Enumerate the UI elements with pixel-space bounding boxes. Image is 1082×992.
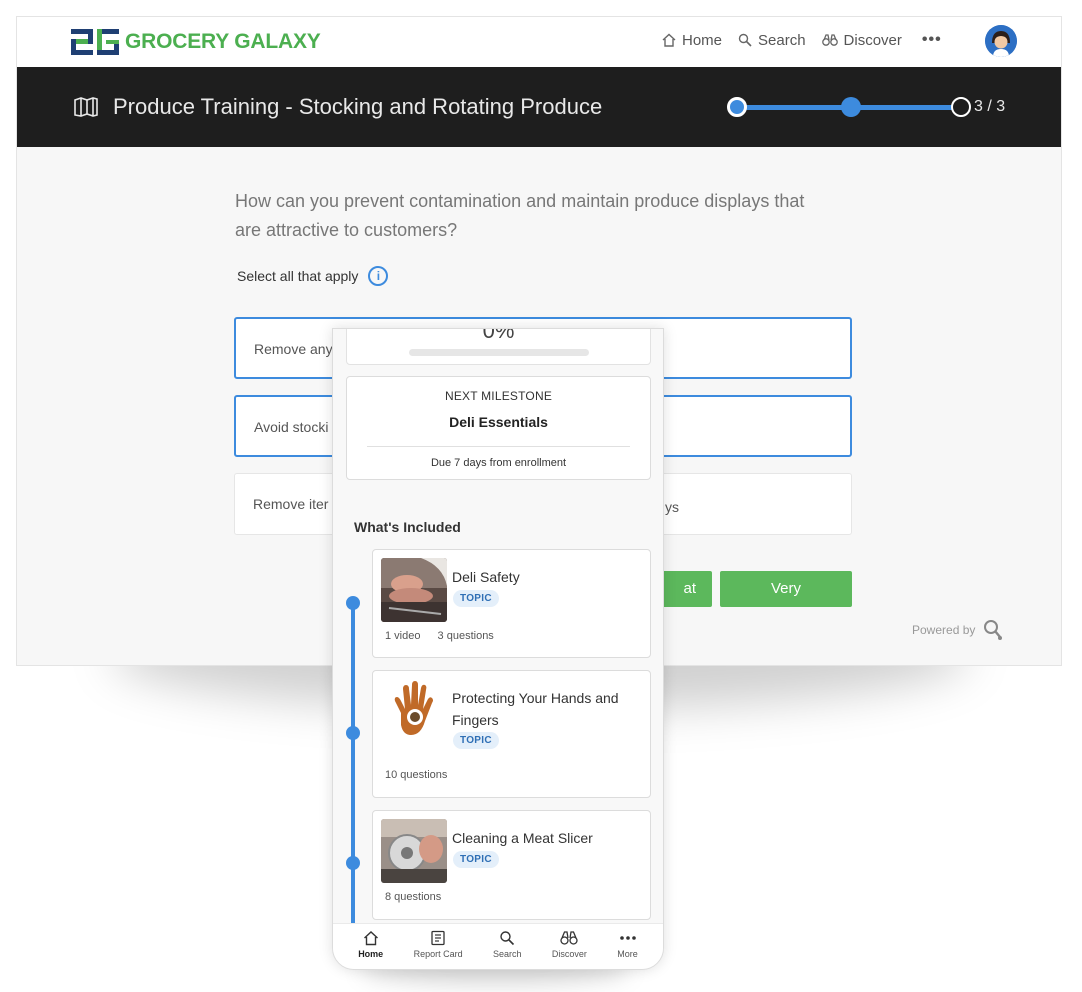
powered-by-text: Powered by — [912, 623, 976, 637]
timeline-dot — [346, 726, 360, 740]
nav-home-label: Home — [682, 31, 723, 49]
timeline-dot — [346, 596, 360, 610]
select-hint-text: Select all that apply — [237, 268, 359, 284]
course-title: Produce Training - Stocking and Rotating… — [73, 94, 602, 120]
topic-meta-questions: 10 questions — [385, 769, 448, 781]
topic-name: Deli Safety — [452, 569, 520, 585]
bottom-nav-report-card-label: Report Card — [413, 949, 463, 959]
select-hint: Select all that apply i — [237, 266, 389, 286]
question-text: How can you prevent contamination and ma… — [235, 191, 805, 240]
topic-meta-videos: 1 video — [385, 630, 421, 642]
milestone-card[interactable]: NEXT MILESTONE Deli Essentials Due 7 day… — [346, 376, 651, 480]
brand-logo[interactable]: GROCERY GALAXY — [71, 27, 321, 57]
search-icon — [500, 931, 515, 946]
top-navigation: GROCERY GALAXY Home Search Discover ••• — [17, 17, 1061, 67]
progress-step-2[interactable] — [841, 97, 861, 117]
timeline-line — [351, 601, 355, 931]
brand-name: GROCERY GALAXY — [125, 30, 321, 53]
more-icon — [619, 936, 636, 940]
topic-name: Cleaning a Meat Slicer — [452, 830, 593, 846]
meat-slicer-image-icon — [381, 819, 447, 883]
timeline-dot — [346, 856, 360, 870]
nav-search-label: Search — [758, 31, 806, 49]
nav-search[interactable]: Search — [738, 32, 806, 49]
info-icon[interactable]: i — [368, 266, 389, 286]
topic-badge: TOPIC — [453, 732, 499, 749]
powered-by: Powered by — [912, 619, 1003, 641]
answer-option-3-tail: ys — [665, 499, 679, 515]
bottom-nav-search-label: Search — [492, 949, 522, 959]
binoculars-icon — [821, 34, 838, 46]
milestone-due: Due 7 days from enrollment — [430, 457, 567, 469]
bottom-nav-home-label: Home — [358, 949, 384, 959]
report-card-icon — [431, 930, 445, 946]
meat-slicer-thumbnail — [381, 819, 447, 883]
bottom-nav-report-card[interactable]: Report Card — [414, 930, 463, 969]
mobile-phone: 0% NEXT MILESTONE Deli Essentials Due 7 … — [332, 328, 664, 970]
progress-count: 3 / 3 — [974, 98, 1006, 115]
nav-links: Home Search Discover ••• — [662, 31, 942, 49]
bottom-nav-search[interactable]: Search — [493, 930, 522, 969]
protecting-hands-thumbnail — [381, 679, 447, 743]
grocery-galaxy-logo-icon — [71, 29, 119, 55]
binoculars-icon — [560, 931, 579, 945]
home-icon — [363, 931, 378, 946]
progress-percent: 0% — [482, 328, 515, 343]
nav-home[interactable]: Home — [662, 32, 722, 49]
nav-discover[interactable]: Discover — [821, 31, 902, 49]
topic-card-protecting-hands[interactable]: Protecting Your Hands and Fingers TOPIC … — [372, 670, 651, 798]
map-icon — [74, 97, 98, 117]
course-title-text: Produce Training - Stocking and Rotating… — [113, 94, 603, 119]
topic-meta: 8 questions — [385, 891, 455, 903]
confidence-very-button[interactable]: Very — [720, 571, 852, 607]
nav-more-button[interactable]: ••• — [922, 31, 942, 49]
topic-meta: 10 questions — [385, 769, 461, 781]
milestone-name: Deli Essentials — [449, 414, 548, 430]
avatar-icon — [985, 25, 1017, 57]
milestone-divider — [367, 446, 630, 447]
bottom-nav-discover-label: Discover — [551, 949, 587, 959]
progress-card: 0% — [346, 328, 651, 365]
bottom-nav-more[interactable]: More — [617, 930, 638, 969]
topic-badge: TOPIC — [453, 590, 499, 607]
progress-bar — [409, 349, 589, 356]
user-avatar[interactable] — [985, 25, 1017, 57]
nav-discover-label: Discover — [843, 31, 902, 49]
whats-included-heading: What's Included — [354, 519, 461, 535]
topic-meta-questions: 3 questions — [437, 630, 494, 642]
bottom-nav-home[interactable]: Home — [358, 930, 383, 969]
topic-card-cleaning-meat-slicer[interactable]: Cleaning a Meat Slicer TOPIC 8 questions — [372, 810, 651, 920]
home-icon — [662, 33, 676, 47]
topic-name: Protecting Your Hands and Fingers — [452, 690, 619, 728]
progress-step-3[interactable] — [951, 97, 971, 117]
search-icon — [738, 33, 752, 47]
topic-badge: TOPIC — [453, 851, 499, 868]
mobile-bottom-nav: Home Report Card Search Discover More — [333, 923, 663, 969]
topic-meta-questions: 8 questions — [385, 891, 442, 903]
bottom-nav-discover[interactable]: Discover — [552, 930, 587, 969]
topic-card-deli-safety[interactable]: Deli Safety TOPIC 1 video 3 questions — [372, 549, 651, 658]
glove-hand-icon — [381, 679, 447, 743]
course-header: Produce Training - Stocking and Rotating… — [17, 67, 1061, 147]
milestone-label: NEXT MILESTONE — [444, 389, 553, 403]
progress-step-1[interactable] — [727, 97, 747, 117]
deli-safety-thumbnail — [381, 558, 447, 622]
bottom-nav-more-label: More — [617, 949, 638, 959]
deli-slicing-image-icon — [381, 558, 447, 622]
powered-by-logo-icon — [984, 620, 1003, 640]
topic-meta: 1 video 3 questions — [385, 630, 508, 642]
